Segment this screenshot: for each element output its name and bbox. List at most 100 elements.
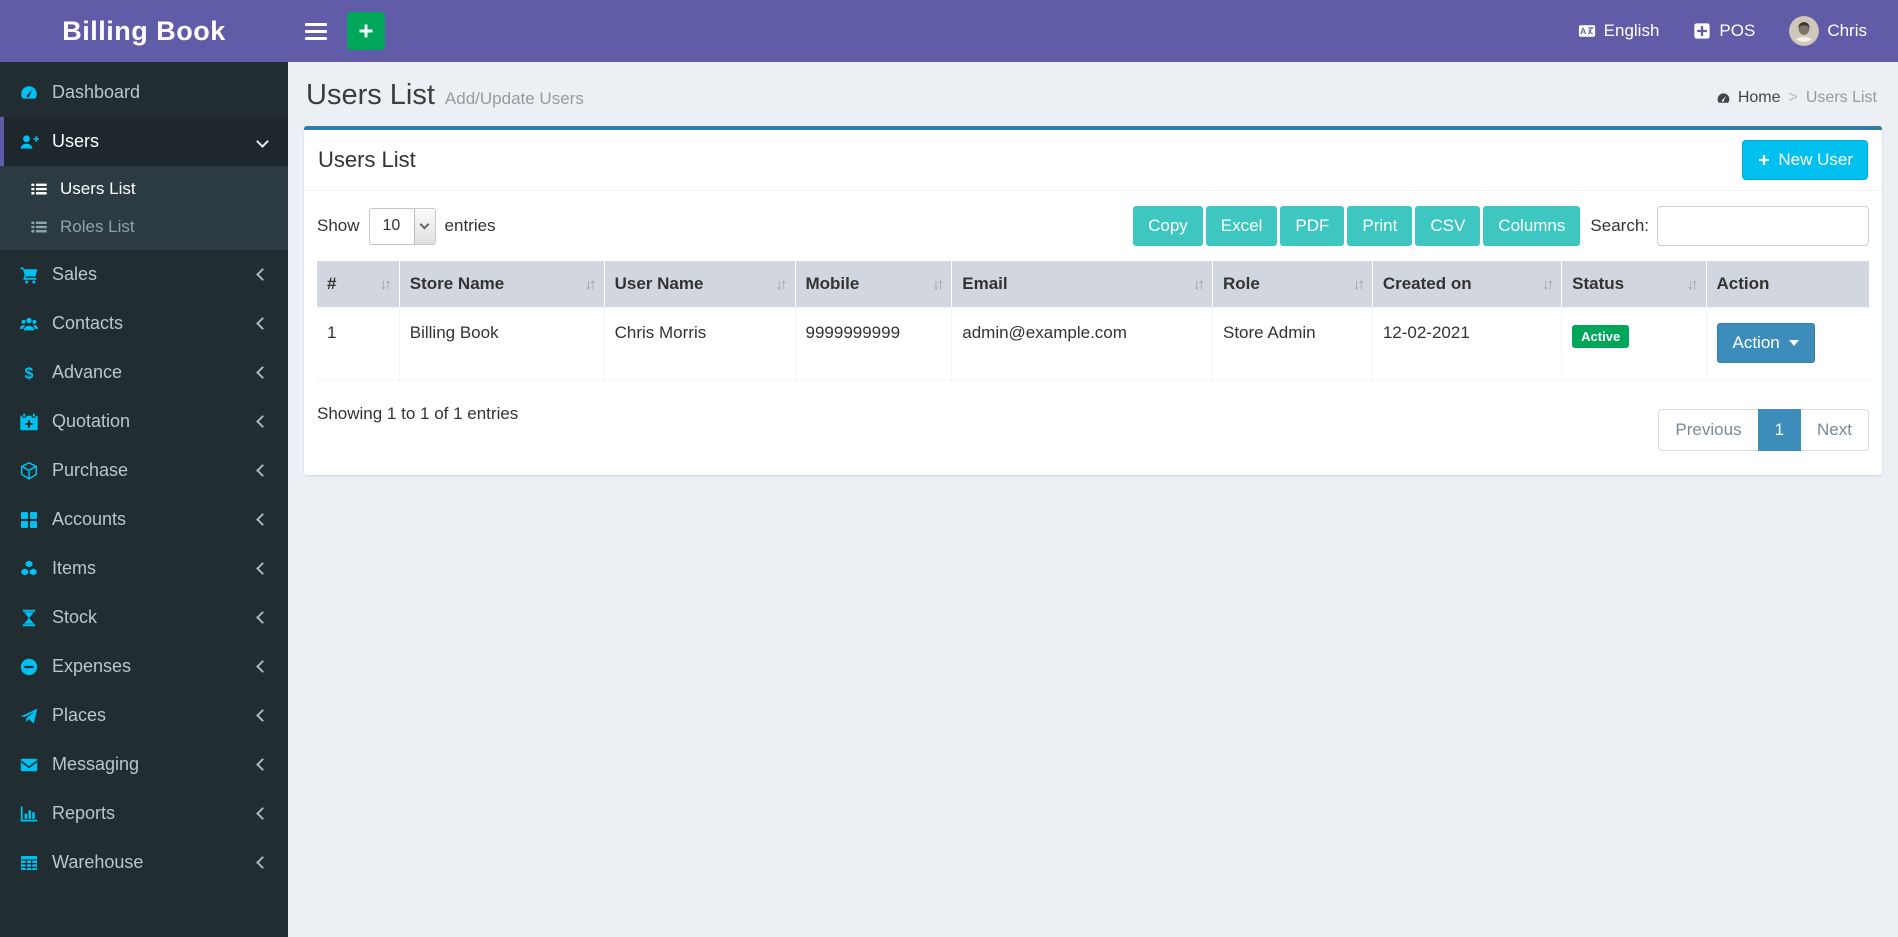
- people-icon: [16, 314, 41, 334]
- export-button-copy[interactable]: Copy: [1133, 206, 1203, 246]
- sidebar-item-purchase[interactable]: Purchase: [0, 446, 288, 495]
- sidebar-item-label: Reports: [52, 803, 116, 823]
- export-button-columns[interactable]: Columns: [1483, 206, 1581, 246]
- cell-email: admin@example.com: [951, 308, 1213, 381]
- sidebar-item-label: Dashboard: [52, 82, 141, 102]
- breadcrumb-separator: >: [1788, 89, 1798, 106]
- avatar: [1789, 16, 1820, 46]
- user-menu[interactable]: Chris: [1772, 0, 1884, 62]
- users-table-head-row: # ↓↑ Store Name ↓↑ User Name ↓↑ Mobile ↓↑ Email ↓…: [317, 261, 1869, 309]
- brand-logo[interactable]: Billing Book: [0, 0, 288, 62]
- sidebar-item-contacts[interactable]: Contacts: [0, 299, 288, 348]
- sort-icon: ↓↑: [1352, 276, 1365, 293]
- new-user-button[interactable]: New User: [1742, 140, 1868, 180]
- pos-button[interactable]: POS: [1676, 0, 1772, 62]
- sidebar-item-quotation[interactable]: Quotation: [0, 397, 288, 446]
- dashboard-icon: [16, 83, 41, 103]
- search-input[interactable]: [1657, 206, 1869, 246]
- entries-select[interactable]: 10: [368, 207, 436, 245]
- sidebar-item-users[interactable]: Users: [0, 117, 288, 166]
- language-menu[interactable]: A English: [1561, 0, 1677, 62]
- sidebar-item-label: Warehouse: [52, 852, 144, 872]
- sidebar-item-messaging[interactable]: Messaging: [0, 740, 288, 789]
- list-icon: [27, 180, 50, 198]
- column-label: User Name: [614, 274, 704, 293]
- card-title: Users List: [318, 147, 416, 172]
- svg-text:A: A: [1580, 26, 1586, 36]
- export-button-pdf[interactable]: PDF: [1280, 206, 1345, 246]
- list-icon: [27, 218, 50, 236]
- sort-icon: ↓↑: [584, 276, 597, 293]
- column-header-created_on[interactable]: Created on ↓↑: [1372, 261, 1563, 309]
- dollar-icon: $: [16, 363, 41, 383]
- sidebar-item-warehouse[interactable]: Warehouse: [0, 838, 288, 887]
- pagination-previous[interactable]: Previous: [1658, 408, 1759, 451]
- column-header-email[interactable]: Email ↓↑: [951, 261, 1213, 309]
- language-icon: A: [1578, 22, 1596, 40]
- sidebar-item-expenses[interactable]: Expenses: [0, 642, 288, 691]
- user-plus-icon: [16, 132, 41, 152]
- plus-icon: [357, 22, 375, 40]
- column-header-user_name[interactable]: User Name ↓↑: [604, 261, 796, 309]
- column-header-status[interactable]: Status ↓↑: [1561, 261, 1707, 309]
- column-header-id[interactable]: # ↓↑: [317, 261, 400, 309]
- new-user-label: New User: [1778, 150, 1853, 169]
- sidebar-item-dashboard[interactable]: Dashboard: [0, 68, 288, 117]
- column-header-action: Action: [1706, 261, 1869, 309]
- sidebar-subitem-label: Users List: [60, 179, 136, 198]
- sidebar-subitem-roles-list[interactable]: Roles List: [0, 208, 288, 246]
- export-button-csv[interactable]: CSV: [1415, 206, 1481, 246]
- cell-id: 1: [317, 308, 400, 381]
- quick-add-button[interactable]: [347, 12, 385, 50]
- sidebar-item-label: Expenses: [52, 656, 132, 676]
- sidebar-menu: Dashboard Users Users List Roles List Sales C…: [0, 62, 288, 887]
- sort-icon: ↓↑: [1686, 276, 1699, 293]
- sidebar-item-advance[interactable]: $ Advance: [0, 348, 288, 397]
- sidebar-item-accounts[interactable]: Accounts: [0, 495, 288, 544]
- column-header-role[interactable]: Role ↓↑: [1212, 261, 1373, 309]
- column-label: Email: [962, 274, 1008, 293]
- pagination-next[interactable]: Next: [1800, 408, 1869, 451]
- top-navbar: Billing Book A English POS Chris: [0, 0, 1898, 62]
- chevron-down-icon: [256, 135, 269, 148]
- chevron-left-icon: [256, 268, 269, 281]
- sidebar-toggle-button[interactable]: [288, 0, 344, 62]
- sidebar-subitem-users-list[interactable]: Users List: [0, 170, 288, 208]
- sidebar-item-reports[interactable]: Reports: [0, 789, 288, 838]
- column-header-store_name[interactable]: Store Name ↓↑: [399, 261, 605, 309]
- column-header-mobile[interactable]: Mobile ↓↑: [795, 261, 953, 309]
- sidebar-item-items[interactable]: Items: [0, 544, 288, 593]
- breadcrumb-home[interactable]: Home: [1716, 89, 1781, 107]
- column-label: Status: [1572, 274, 1625, 293]
- export-button-excel[interactable]: Excel: [1205, 206, 1278, 246]
- sidebar-subitem-label: Roles List: [60, 217, 135, 236]
- sidebar-item-stock[interactable]: Stock: [0, 593, 288, 642]
- pagination: Previous 1 Next: [1658, 408, 1869, 451]
- search-label: Search:: [1590, 216, 1649, 235]
- content-header: Users List Add/Update Users Home > Users …: [288, 62, 1898, 125]
- cell-mobile: 9999999999: [795, 308, 953, 381]
- pagination-page-1[interactable]: 1: [1757, 408, 1802, 451]
- sidebar-item-sales[interactable]: Sales: [0, 250, 288, 299]
- page-title: Users List: [306, 79, 435, 111]
- paper-plane-icon: [16, 706, 41, 726]
- main-content: Users List Add/Update Users Home > Users …: [288, 62, 1898, 937]
- cell-status: Active: [1561, 308, 1707, 381]
- length-menu: Show 10 entries: [317, 207, 496, 245]
- page-subtitle: Add/Update Users: [444, 89, 584, 108]
- column-label: Role: [1222, 274, 1260, 293]
- chevron-left-icon: [256, 513, 269, 526]
- sidebar-item-label: Stock: [52, 607, 98, 627]
- envelope-icon: [16, 755, 41, 775]
- export-button-print[interactable]: Print: [1347, 206, 1413, 246]
- sidebar-item-label: Users: [52, 131, 100, 151]
- sort-icon: ↓↑: [775, 276, 788, 293]
- row-action-button[interactable]: Action: [1716, 323, 1815, 363]
- table-toolbar: Show 10 entries Copy Excel PDF Print CSV Colu…: [317, 206, 1869, 246]
- sidebar-item-places[interactable]: Places: [0, 691, 288, 740]
- sidebar-item-label: Places: [52, 705, 107, 725]
- sidebar-item-label: Messaging: [52, 754, 140, 774]
- chevron-left-icon: [256, 758, 269, 771]
- card-body: Show 10 entries Copy Excel PDF Print CSV Colu…: [304, 191, 1882, 475]
- svg-text:$: $: [24, 365, 33, 382]
